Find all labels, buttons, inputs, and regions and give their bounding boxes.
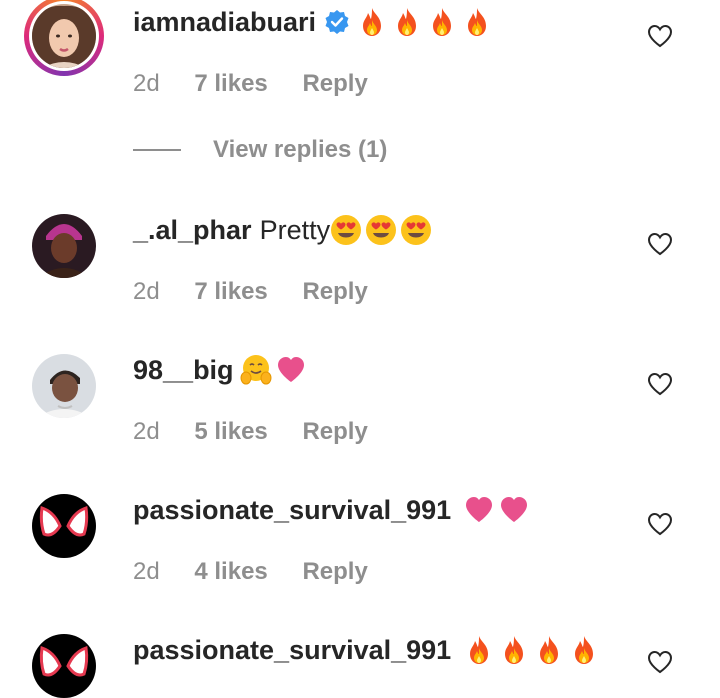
like-heart-icon[interactable] [647,24,673,48]
verified-badge-icon [325,10,349,34]
avatar[interactable] [24,0,104,76]
comment-username[interactable]: 98__big [133,355,234,386]
heart-eyes-emoji-icon [365,214,397,246]
hugging-face-emoji-icon [240,354,272,386]
comment-age: 2d [133,418,160,445]
fire-emoji-icon [461,6,493,38]
comment-username[interactable]: iamnadiabuari [133,7,316,38]
like-heart-icon[interactable] [647,372,673,396]
comment-likes-count[interactable]: 7 likes [194,278,267,305]
fire-emoji-icon [568,634,600,666]
comment-emojis [240,354,310,386]
comment-emojis [463,494,533,526]
avatar-photo [32,4,96,68]
pink-heart-emoji-icon [498,494,530,526]
view-replies-button[interactable]: View replies (1) [133,136,387,164]
comment-age: 2d [133,278,160,305]
view-replies-label: View replies (1) [213,136,388,163]
comment-username[interactable]: passionate_survival_991 [133,495,451,526]
heart-eyes-emoji-icon [400,214,432,246]
fire-emoji-icon [498,634,530,666]
comment-likes-count[interactable]: 5 likes [194,418,267,445]
avatar[interactable] [32,634,96,698]
avatar[interactable] [32,214,96,278]
fire-emoji-icon [391,6,423,38]
reply-button[interactable]: Reply [302,278,367,305]
divider [133,149,181,151]
comment-username[interactable]: passionate_survival_991 [133,635,451,666]
heart-eyes-emoji-icon [330,214,362,246]
comment-text: Pretty [259,214,331,245]
reply-button[interactable]: Reply [302,558,367,585]
comment-emojis [463,634,603,666]
comment-likes-count[interactable]: 4 likes [194,558,267,585]
fire-emoji-icon [356,6,388,38]
like-heart-icon[interactable] [647,650,673,674]
like-heart-icon[interactable] [647,232,673,256]
fire-emoji-icon [533,634,565,666]
comment-emojis [330,214,435,246]
comment-age: 2d [133,70,160,97]
avatar[interactable] [32,494,96,558]
fire-emoji-icon [463,634,495,666]
pink-heart-emoji-icon [463,494,495,526]
pink-heart-emoji-icon [275,354,307,386]
avatar[interactable] [32,354,96,418]
comment-emojis [356,6,496,38]
like-heart-icon[interactable] [647,512,673,536]
comment-username[interactable]: _.al_phar [133,215,252,246]
comment-likes-count[interactable]: 7 likes [194,70,267,97]
fire-emoji-icon [426,6,458,38]
reply-button[interactable]: Reply [302,70,367,97]
comment-age: 2d [133,558,160,585]
reply-button[interactable]: Reply [302,418,367,445]
